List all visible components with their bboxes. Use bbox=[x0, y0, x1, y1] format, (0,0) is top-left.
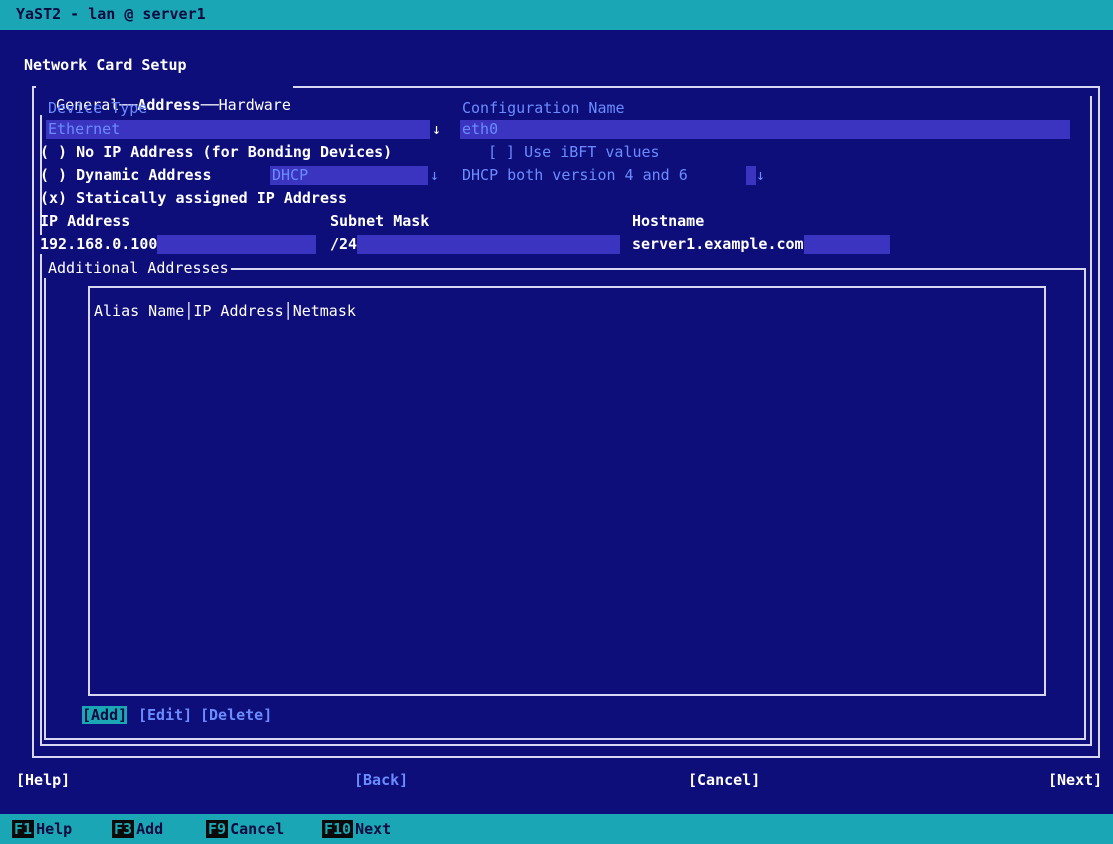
function-key-bar: F1 Help F3 Add F9 Cancel F10 Next bbox=[0, 814, 1113, 844]
ip-address-label: IP Address bbox=[40, 212, 131, 230]
no-ip-radio[interactable]: ( ) No IP Address (for Bonding Devices) bbox=[40, 143, 392, 162]
table-header: Alias Name│IP Address│Netmask bbox=[94, 302, 356, 320]
back-button[interactable]: [Back] bbox=[354, 771, 408, 789]
outer-frame-bottom bbox=[32, 756, 1100, 758]
fkey-help[interactable]: F1 Help bbox=[12, 819, 72, 839]
static-address-radio[interactable]: (x) Statically assigned IP Address bbox=[40, 189, 347, 208]
cancel-button[interactable]: [Cancel] bbox=[688, 771, 760, 789]
hostname-value: server1.example.com bbox=[632, 235, 804, 254]
additional-frame-right bbox=[1084, 268, 1086, 740]
additional-frame-left bbox=[44, 268, 46, 740]
dhcp-value: DHCP bbox=[272, 166, 309, 184]
ip-address-value: 192.168.0.100 bbox=[40, 235, 158, 254]
tab-hardware[interactable]: Hardware bbox=[219, 96, 291, 114]
window-title: YaST2 - lan @ server1 bbox=[16, 5, 206, 23]
column-alias-name[interactable]: Alias Name bbox=[94, 302, 184, 320]
column-ip-address[interactable]: IP Address bbox=[193, 302, 283, 320]
outer-frame-right bbox=[1098, 86, 1100, 758]
tab-separator: ── bbox=[200, 96, 219, 114]
config-name-input[interactable] bbox=[460, 120, 1070, 139]
delete-button[interactable]: [Delete] bbox=[200, 706, 272, 724]
alias-table[interactable]: Alias Name│IP Address│Netmask bbox=[88, 286, 1046, 696]
subnet-mask-input[interactable] bbox=[330, 235, 620, 254]
inner-frame-right bbox=[1090, 96, 1092, 746]
chevron-down-icon[interactable]: ↓ bbox=[756, 166, 765, 185]
fkey-next[interactable]: F10 Next bbox=[322, 819, 391, 839]
inner-frame-bottom bbox=[40, 744, 1092, 746]
window-titlebar: YaST2 - lan @ server1 bbox=[0, 0, 1113, 30]
subnet-mask-label: Subnet Mask bbox=[330, 212, 430, 230]
dhcp-version-field-end bbox=[746, 166, 756, 185]
add-button[interactable]: [Add] bbox=[82, 706, 128, 724]
ibft-checkbox[interactable]: [ ] Use iBFT values bbox=[488, 143, 660, 162]
device-type-label: Device Type bbox=[48, 99, 148, 117]
hostname-label: Hostname bbox=[632, 212, 705, 230]
next-button[interactable]: [Next] bbox=[1048, 771, 1102, 789]
additional-frame-bottom bbox=[44, 738, 1086, 740]
outer-frame-left bbox=[32, 86, 34, 758]
edit-button[interactable]: [Edit] bbox=[138, 706, 192, 724]
chevron-down-icon[interactable]: ↓ bbox=[432, 120, 441, 139]
chevron-down-icon[interactable]: ↓ bbox=[430, 166, 439, 185]
additional-addresses-label: Additional Addresses bbox=[44, 259, 231, 278]
device-type-value: Ethernet bbox=[48, 120, 121, 138]
fkey-add[interactable]: F3 Add bbox=[112, 819, 163, 839]
dialog-title: Network Card Setup bbox=[24, 56, 187, 74]
subnet-mask-value: /24 bbox=[330, 235, 358, 254]
column-netmask[interactable]: Netmask bbox=[293, 302, 356, 320]
dhcp-version-select[interactable]: DHCP both version 4 and 6 bbox=[462, 166, 688, 185]
config-name-label: Configuration Name bbox=[462, 99, 625, 117]
dynamic-address-radio[interactable]: ( ) Dynamic Address bbox=[40, 166, 212, 185]
help-button[interactable]: [Help] bbox=[16, 771, 70, 789]
config-name-value: eth0 bbox=[462, 120, 499, 138]
fkey-cancel[interactable]: F9 Cancel bbox=[206, 819, 284, 839]
